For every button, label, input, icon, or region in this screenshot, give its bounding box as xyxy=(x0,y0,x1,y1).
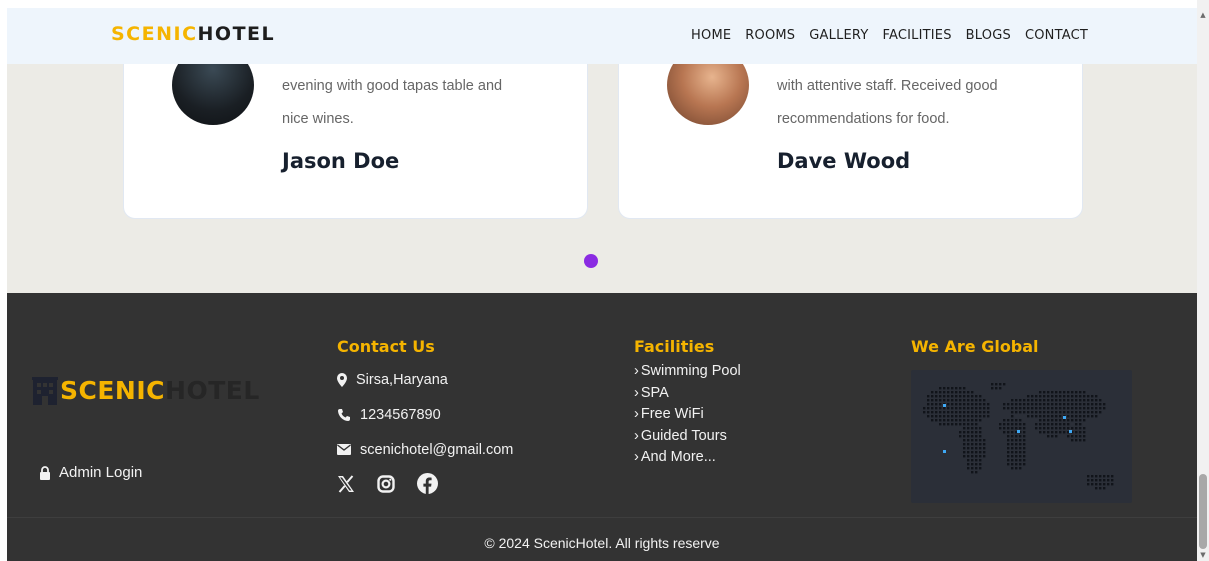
testimonial-quote: with attentive staff. Received good reco… xyxy=(777,70,998,136)
scroll-down-arrow-icon[interactable]: ▼ xyxy=(1199,551,1207,559)
footer-logo-hotel: HOTEL xyxy=(165,375,260,405)
facilities-heading: Facilities xyxy=(634,337,715,356)
facility-label: Guided Tours xyxy=(640,427,727,444)
navbar: SCENICHOTEL HOME ROOMS GALLERY FACILITIE… xyxy=(7,8,1197,64)
footer-logo[interactable]: SCENIC HOTEL xyxy=(32,375,260,405)
copyright-text: © 2024 ScenicHotel. All rights reserve xyxy=(484,535,720,551)
contact-phone-text: 1234567890 xyxy=(360,406,441,423)
facility-item-free-wifi[interactable]: › Free WiFi xyxy=(634,404,741,426)
envelope-icon xyxy=(337,444,351,455)
admin-login-label: Admin Login xyxy=(59,464,143,481)
contact-address-text: Sirsa,Haryana xyxy=(356,371,448,388)
scrollbar-thumb[interactable] xyxy=(1199,474,1207,549)
facility-label: Free WiFi xyxy=(640,406,704,422)
footer: SCENIC HOTEL Admin Login Contact Us Sirsa… xyxy=(7,293,1197,561)
scroll-up-arrow-icon[interactable]: ▲ xyxy=(1199,11,1207,19)
footer-logo-scenic: SCENIC xyxy=(60,375,166,405)
nav-link-home[interactable]: HOME xyxy=(691,28,731,43)
hotel-building-icon xyxy=(32,377,58,405)
x-icon[interactable] xyxy=(337,474,355,493)
testimonial-author: Dave Wood xyxy=(777,149,911,173)
facility-item-spa[interactable]: › SPA xyxy=(634,383,741,405)
quote-line: nice wines. xyxy=(282,111,354,127)
logo-text-scenic: SCENIC xyxy=(111,23,198,45)
logo-text-hotel: HOTEL xyxy=(197,23,276,45)
carousel-dot[interactable] xyxy=(584,254,598,268)
facility-label: And More... xyxy=(640,449,716,465)
testimonial-card: with attentive staff. Received good reco… xyxy=(618,64,1083,219)
page-scrollbar[interactable]: ▲ ▼ xyxy=(1197,0,1209,561)
testimonials-section: evening with good tapas table and nice w… xyxy=(7,64,1197,293)
global-heading: We Are Global xyxy=(911,337,1039,356)
testimonial-author: Jason Doe xyxy=(282,149,400,173)
contact-heading: Contact Us xyxy=(337,337,435,356)
avatar xyxy=(172,64,254,125)
facility-item-swimming-pool[interactable]: › Swimming Pool xyxy=(634,361,741,383)
nav-link-facilities[interactable]: FACILITIES xyxy=(882,28,951,43)
facility-item-and-more[interactable]: › And More... xyxy=(634,447,741,469)
navbar-logo[interactable]: SCENICHOTEL xyxy=(111,23,275,45)
world-map-image xyxy=(911,370,1132,503)
contact-email[interactable]: scenichotel@gmail.com xyxy=(337,440,513,459)
admin-login-link[interactable]: Admin Login xyxy=(39,464,142,481)
quote-line: evening with good tapas table and xyxy=(282,78,503,94)
facilities-list: › Swimming Pool › SPA › Free WiFi › Guided T… xyxy=(634,361,741,469)
lock-icon xyxy=(40,465,50,480)
testimonial-card: evening with good tapas table and nice w… xyxy=(123,64,588,219)
location-pin-icon xyxy=(337,372,347,387)
quote-line: with attentive staff. Received good xyxy=(777,78,998,94)
phone-icon xyxy=(338,408,350,421)
quote-line: recommendations for food. xyxy=(777,111,950,127)
testimonial-quote: evening with good tapas table and nice w… xyxy=(282,70,502,136)
contact-email-text: scenichotel@gmail.com xyxy=(360,441,514,458)
nav-link-blogs[interactable]: BLOGS xyxy=(966,28,1011,43)
social-links xyxy=(337,473,513,494)
facilities-column: Facilities › Swimming Pool › SPA › Free WiF… xyxy=(634,337,741,469)
avatar xyxy=(667,64,749,125)
contact-phone[interactable]: 1234567890 xyxy=(337,405,513,424)
chevron-right-icon: › xyxy=(634,449,639,465)
contact-column: Contact Us Sirsa,Haryana 1234567890 scen… xyxy=(337,337,513,494)
chevron-right-icon: › xyxy=(634,384,639,401)
nav-link-gallery[interactable]: GALLERY xyxy=(809,28,868,43)
chevron-right-icon: › xyxy=(634,363,639,379)
chevron-right-icon: › xyxy=(634,406,639,422)
facility-label: SPA xyxy=(640,384,669,401)
global-column: We Are Global xyxy=(911,337,1039,356)
facebook-icon[interactable] xyxy=(417,473,438,494)
facility-label: Swimming Pool xyxy=(640,363,741,379)
instagram-icon[interactable] xyxy=(377,474,395,493)
contact-address: Sirsa,Haryana xyxy=(337,370,513,389)
facility-item-guided-tours[interactable]: › Guided Tours xyxy=(634,426,741,448)
footer-divider xyxy=(7,517,1197,518)
chevron-right-icon: › xyxy=(634,427,639,444)
nav-link-rooms[interactable]: ROOMS xyxy=(745,28,795,43)
nav-link-contact[interactable]: CONTACT xyxy=(1025,28,1088,43)
main-nav: HOME ROOMS GALLERY FACILITIES BLOGS CONT… xyxy=(691,28,1088,43)
